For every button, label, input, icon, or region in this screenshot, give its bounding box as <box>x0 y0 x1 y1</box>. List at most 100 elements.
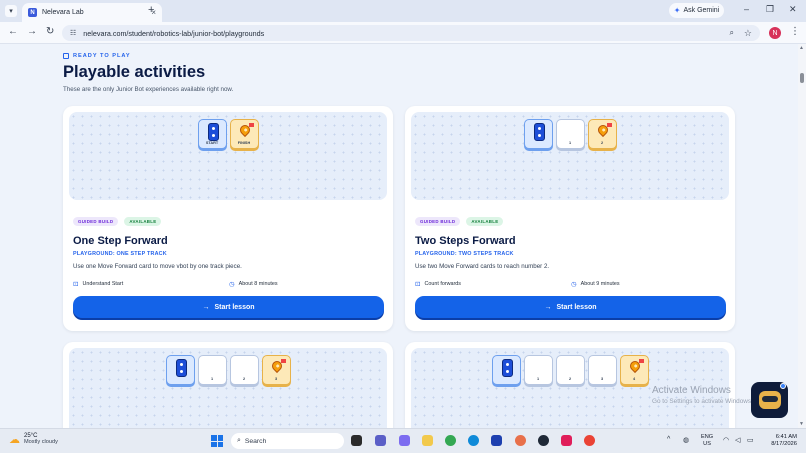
gemini-spark-icon: ✦ <box>673 6 681 15</box>
track-preview: 1 2 <box>411 112 729 200</box>
flag-icon <box>280 359 286 363</box>
tile-label: FINISH <box>237 141 251 145</box>
restore-icon[interactable]: ❐ <box>766 4 774 15</box>
available-badge: AVAILABLE <box>124 217 162 226</box>
start-lesson-button[interactable]: → Start lesson <box>73 296 384 318</box>
card-skill: ⊡ Count forwards <box>415 280 461 288</box>
card-badges: GUIDED BUILD AVAILABLE <box>73 217 162 226</box>
flag-icon <box>248 123 254 127</box>
copilot-icon[interactable] <box>399 435 410 446</box>
clock-time: 6:41 AM <box>775 434 797 440</box>
windows-start-icon[interactable] <box>211 435 223 447</box>
wifi-icon[interactable]: ◠ <box>723 436 729 444</box>
robot-icon <box>207 123 219 141</box>
edge-icon[interactable] <box>468 435 479 446</box>
bookmark-star-icon[interactable]: ☆ <box>744 28 752 39</box>
url-text[interactable]: nelevara.com/student/robotics-lab/junior… <box>83 29 729 38</box>
scrollbar-thumb[interactable] <box>800 73 804 83</box>
card-playground: PLAYGROUND: ONE STEP TRACK <box>73 251 167 257</box>
page-title: Playable activities <box>63 63 206 81</box>
task-view-icon[interactable] <box>351 435 362 446</box>
activate-subtitle: Go to Settings to activate Windows. <box>652 398 753 405</box>
browser-menu-icon[interactable]: ⋮ <box>790 26 800 37</box>
store-icon[interactable] <box>491 435 502 446</box>
flag-icon <box>606 123 612 127</box>
flag-icon <box>638 359 644 363</box>
activate-windows-watermark: Activate Windows Go to Settings to activ… <box>652 385 753 405</box>
track-tile-start: START <box>197 119 227 149</box>
new-tab-button[interactable]: + <box>148 4 154 16</box>
card-badges: GUIDED BUILD AVAILABLE <box>415 217 504 226</box>
scroll-up-icon[interactable]: ▲ <box>799 45 804 51</box>
tile-label: 2 <box>600 141 604 145</box>
tab-search-icon[interactable]: ▾ <box>5 5 17 17</box>
cloud-sun-icon: ☁ <box>9 434 20 446</box>
profile-avatar[interactable]: N <box>769 27 781 39</box>
track-preview: 1 2 3 <box>69 348 387 428</box>
volume-icon[interactable]: ◁ <box>735 436 740 444</box>
scroll-down-icon[interactable]: ▼ <box>799 421 804 427</box>
eyebrow-label: READY TO PLAY <box>73 53 131 59</box>
track-tile-start <box>523 119 553 149</box>
card-title: Two Steps Forward <box>415 235 516 247</box>
robot-icon <box>175 359 187 377</box>
site-settings-icon[interactable]: ☷ <box>70 29 76 37</box>
chrome-icon[interactable] <box>445 435 456 446</box>
back-arrow-icon[interactable]: ← <box>8 26 18 37</box>
lang-code: ENG <box>701 434 714 440</box>
duration-label: About 8 minutes <box>238 281 278 287</box>
chrome-profile-icon[interactable] <box>584 435 595 446</box>
windows-taskbar: ☁ 25°C Mostly cloudy ⌕ Search ^ ◍ ENG US… <box>0 428 806 453</box>
activity-card-one-step: START FINISH GUIDED BUILD AVAILABLE One … <box>63 106 393 331</box>
close-window-icon[interactable]: ✕ <box>789 4 797 15</box>
page-scrollbar[interactable]: ▲ ▼ <box>798 44 806 428</box>
duration-label: About 9 minutes <box>580 281 620 287</box>
tab-nelevara-lab[interactable]: N Nelevara Lab × <box>22 3 162 22</box>
tray-app-icon[interactable]: ◍ <box>683 436 689 444</box>
track-tile-finish: 3 <box>261 355 291 385</box>
weather-description: Mostly cloudy <box>24 439 58 445</box>
teams-icon[interactable] <box>375 435 386 446</box>
app-icon[interactable] <box>515 435 526 446</box>
slack-icon[interactable] <box>561 435 572 446</box>
skill-label: Count forwards <box>424 281 462 287</box>
language-indicator[interactable]: ENG US <box>701 434 713 448</box>
arrow-right-icon: → <box>202 303 210 311</box>
system-clock[interactable]: 6:41 AM 8/17/2026 <box>765 434 797 448</box>
page-viewport: READY TO PLAY Playable activities These … <box>0 44 806 428</box>
track-tile-finish: FINISH <box>229 119 259 149</box>
forward-arrow-icon[interactable]: → <box>27 26 37 37</box>
track-tile: 3 <box>587 355 617 385</box>
robot-icon <box>501 359 513 377</box>
track-tile-start <box>491 355 521 385</box>
tray-chevron-icon[interactable]: ^ <box>667 436 670 443</box>
nelevara-favicon-icon: N <box>28 8 37 17</box>
section-eyebrow: READY TO PLAY <box>63 53 131 59</box>
start-lesson-button[interactable]: → Start lesson <box>415 296 726 318</box>
tile-label: 1 <box>536 377 540 381</box>
card-skill: ⊡ Understand Start <box>73 280 123 288</box>
minimize-icon[interactable]: – <box>744 4 749 14</box>
robot-icon <box>533 123 545 141</box>
address-bar[interactable]: ☷ nelevara.com/student/robotics-lab/juni… <box>62 25 760 41</box>
weather-widget[interactable]: ☁ 25°C Mostly cloudy <box>9 433 58 446</box>
track-tile: 1 <box>197 355 227 385</box>
track-tile: 1 <box>523 355 553 385</box>
tile-label: START <box>205 141 219 145</box>
zoom-icon[interactable]: ⌕ <box>729 28 733 38</box>
track-tile: 2 <box>229 355 259 385</box>
file-explorer-icon[interactable] <box>422 435 433 446</box>
lang-region: US <box>703 441 711 447</box>
tile-label: 3 <box>274 377 278 381</box>
tab-title: Nelevara Lab <box>42 9 84 16</box>
guided-build-badge: GUIDED BUILD <box>73 217 119 226</box>
ask-gemini-button[interactable]: ✦ Ask Gemini <box>669 3 724 18</box>
track-preview: START FINISH <box>69 112 387 200</box>
reload-icon[interactable]: ↻ <box>46 26 54 37</box>
chatgpt-icon[interactable] <box>538 435 549 446</box>
browser-toolbar: ← → ↻ ☷ nelevara.com/student/robotics-la… <box>0 22 806 44</box>
battery-icon[interactable]: ▭ <box>747 436 754 444</box>
taskbar-search[interactable]: ⌕ Search <box>231 433 344 449</box>
tile-label: 1 <box>210 377 214 381</box>
arrow-right-icon: → <box>544 303 552 311</box>
